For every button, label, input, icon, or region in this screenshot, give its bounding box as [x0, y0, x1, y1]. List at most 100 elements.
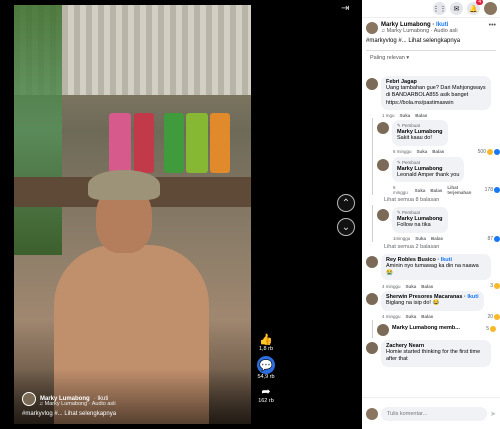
comment-author-name[interactable]: Rey Robles Busico	[386, 257, 436, 263]
share-icon[interactable]: ➦	[259, 384, 273, 398]
reply-thread: Marky Lumabong memb... 5	[372, 319, 500, 338]
reaction-summary[interactable]: 3	[490, 283, 500, 290]
more-options-icon[interactable]: •••	[489, 22, 496, 29]
haha-reaction-icon	[487, 148, 493, 155]
previous-video-button[interactable]: ⌃	[337, 194, 355, 212]
post-owner-avatar[interactable]	[366, 22, 378, 34]
reaction-count: 5	[486, 325, 489, 332]
view-more-replies[interactable]: Lihat semua 8 balasan	[362, 195, 500, 205]
view-more-replies[interactable]: Lihat semua 2 balasan	[362, 242, 500, 252]
reaction-summary[interactable]: 20	[487, 313, 500, 320]
video-scene-cap	[88, 170, 160, 200]
reply-thread: ✎ Pembuat Marky Lumabong Follow na tika …	[372, 205, 500, 242]
comment-reply-button[interactable]: Balas	[415, 113, 427, 118]
comment-reply-button[interactable]: Balas	[421, 314, 433, 319]
comment-item: Marky Lumabong memb... 5	[373, 320, 500, 338]
comment-avatar[interactable]	[366, 293, 378, 306]
reaction-summary[interactable]: 5	[486, 322, 496, 336]
chevron-down-icon: ▾	[406, 55, 410, 61]
comment-item: ✎ Pembuat Marky Lumabong Leonald Amper t…	[373, 155, 500, 184]
reaction-summary[interactable]: 178	[485, 187, 500, 194]
reaction-summary[interactable]: 87	[487, 235, 500, 242]
share-count: 162 rb	[258, 398, 274, 404]
post-audio-text[interactable]: Marky Lumabong · Audio asli	[387, 28, 458, 34]
comment-like-button[interactable]: Suka	[406, 314, 417, 319]
comment-text: Sakit kaau do!	[397, 135, 432, 142]
creator-badge-label: Pembuat	[402, 159, 421, 165]
share-action[interactable]: ➦ 162 rb	[258, 384, 274, 405]
haha-reaction-icon	[494, 283, 500, 290]
comment-text: Homie started thinking for the first tim…	[386, 348, 481, 363]
video-audio-text[interactable]: Marky Lumabong · Audio asli	[45, 401, 116, 407]
comment-reply-button[interactable]: Balas	[430, 188, 442, 193]
comment-follow-button[interactable]: Ikuti	[441, 257, 452, 263]
comment-avatar[interactable]	[366, 341, 378, 354]
current-user-avatar	[366, 407, 378, 420]
post-audio-label[interactable]: ♫ Marky Lumabong · Audio asli	[381, 28, 458, 34]
comment-like-button[interactable]: Suka	[415, 236, 426, 241]
chevron-down-icon: ⌄	[341, 221, 351, 233]
video-player[interactable]	[14, 5, 251, 424]
comments-panel: ⋮⋮ ✉ 🔔 4 Marky Lumabong · Ikuti ♫ Marky …	[362, 0, 500, 429]
send-icon[interactable]: ➤	[490, 410, 496, 418]
comment-like-button[interactable]: Suka	[417, 149, 428, 154]
comment-avatar[interactable]	[366, 78, 378, 90]
comment-bubble: ✎ Pembuat Marky Lumabong Leonald Amper t…	[392, 156, 465, 183]
comments-list[interactable]: Febri Jagap Uang tambahan gue? Dari Mahj…	[362, 74, 500, 397]
reaction-count: 20	[487, 313, 493, 320]
comment-like-button[interactable]: Suka	[415, 188, 426, 193]
comment-icon[interactable]: 💬	[257, 356, 275, 374]
comment-avatar[interactable]	[377, 323, 389, 336]
profile-avatar[interactable]	[484, 2, 497, 15]
comment-reply-button[interactable]: Balas	[421, 284, 433, 289]
menu-grid-button[interactable]: ⋮⋮	[433, 2, 447, 15]
next-video-button[interactable]: ⌄	[337, 218, 355, 236]
comment-avatar[interactable]	[377, 209, 389, 222]
comment-item: Sherwin Presores Macaranas · Ikuti Bigla…	[362, 289, 500, 312]
video-caption[interactable]: #markyvlog #... Lihat selengkapnya	[22, 411, 116, 417]
video-scene-snack	[134, 113, 154, 173]
comment-time: 6 minggu	[393, 149, 412, 155]
messenger-button[interactable]: ✉	[450, 2, 463, 15]
like-icon[interactable]: 👍	[259, 332, 273, 346]
comment-reply-button[interactable]: Balas	[431, 236, 443, 241]
notification-badge: 4	[476, 0, 483, 5]
notifications-button[interactable]: 🔔 4	[467, 0, 483, 15]
haha-reaction-icon	[494, 313, 500, 320]
sidebar-toggle-icon[interactable]: ⇥	[341, 3, 349, 14]
comment-follow-button[interactable]: Ikuti	[467, 294, 478, 300]
sort-dropdown[interactable]: Paling relevan ▾	[362, 51, 500, 65]
post-owner-info: Marky Lumabong · Ikuti ♫ Marky Lumabong …	[381, 22, 458, 34]
comment-time: 1 mgu	[382, 113, 395, 119]
comment-avatar[interactable]	[366, 255, 378, 268]
comment-meta: 1minggu Suka Balas 87	[373, 235, 500, 242]
reply-thread: ✎ Pembuat Marky Lumabong Sakit kaau do! …	[372, 118, 500, 155]
reply-thread: ✎ Pembuat Marky Lumabong Leonald Amper t…	[372, 154, 500, 196]
comment-text: Biglang na isip do! 😂	[386, 300, 440, 307]
comment-item: ✎ Pembuat Marky Lumabong Follow na tika	[373, 205, 500, 234]
reaction-summary[interactable]: 500	[478, 148, 500, 155]
comment-input[interactable]	[381, 406, 488, 421]
comment-text: Leonald Amper thank you	[397, 171, 460, 178]
comment-action[interactable]: 💬 54,9 rb	[257, 356, 275, 380]
translate-button[interactable]: Lihat terjemahan	[447, 185, 479, 195]
comment-bubble: Zachery Nearn Homie started thinking for…	[381, 339, 491, 367]
reply-summary[interactable]: Marky Lumabong memb...	[392, 322, 460, 336]
video-audio-label[interactable]: ♫ Marky Lumabong · Audio asli	[39, 401, 116, 407]
haha-reaction-icon	[490, 325, 496, 332]
comment-item: Zachery Nearn Homie started thinking for…	[362, 338, 500, 369]
like-count: 1,8 rb	[258, 346, 274, 352]
comment-avatar[interactable]	[377, 158, 389, 171]
post-caption[interactable]: #markyvlog #... Lihat selengkapnya	[362, 34, 500, 50]
like-action[interactable]: 👍 1,8 rb	[258, 332, 274, 353]
comment-like-button[interactable]: Suka	[400, 113, 411, 118]
chevron-up-icon: ⌃	[341, 197, 351, 209]
sort-label[interactable]: Paling relevan	[370, 55, 405, 61]
video-owner-avatar[interactable]	[22, 392, 36, 406]
comment-avatar[interactable]	[377, 122, 389, 135]
comment-text: Uang tambahan gue? Dari Mahjongways di B…	[386, 85, 486, 106]
comment-text: Follow na tika	[397, 222, 431, 229]
comment-reply-button[interactable]: Balas	[432, 149, 444, 154]
video-actions: 👍 1,8 rb 💬 54,9 rb ➦ 162 rb	[256, 332, 276, 404]
comment-like-button[interactable]: Suka	[406, 284, 417, 289]
